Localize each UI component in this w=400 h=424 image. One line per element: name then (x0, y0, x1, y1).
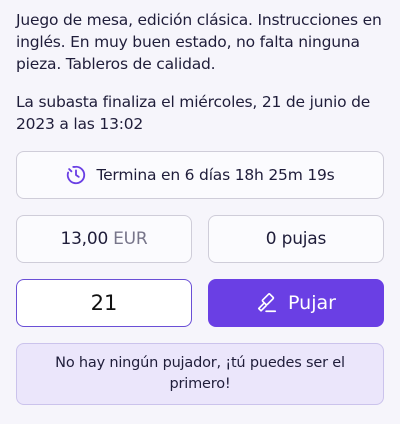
bid-amount-input[interactable] (16, 279, 192, 327)
place-bid-button[interactable]: Pujar (208, 279, 384, 327)
countdown-text: Termina en 6 días 18h 25m 19s (96, 166, 335, 184)
place-bid-label: Pujar (288, 292, 336, 314)
bid-count-label: 0 pujas (265, 229, 327, 249)
no-bidders-notice: No hay ningún pujador, ¡tú puedes ser el… (16, 343, 384, 405)
bid-count: 0 pujas (208, 215, 384, 263)
timer-icon (65, 164, 87, 186)
current-price: 13,00 EUR (16, 215, 192, 263)
countdown-panel: Termina en 6 días 18h 25m 19s (16, 151, 384, 199)
price-currency: EUR (113, 229, 148, 249)
notice-text: No hay ningún pujador, ¡tú puedes ser el… (55, 355, 345, 392)
price-amount: 13,00 (60, 229, 109, 249)
gavel-icon (256, 292, 278, 314)
auction-end-date: La subasta finaliza el miércoles, 21 de … (16, 93, 371, 133)
item-description: Juego de mesa, edición clásica. Instrucc… (16, 11, 382, 73)
